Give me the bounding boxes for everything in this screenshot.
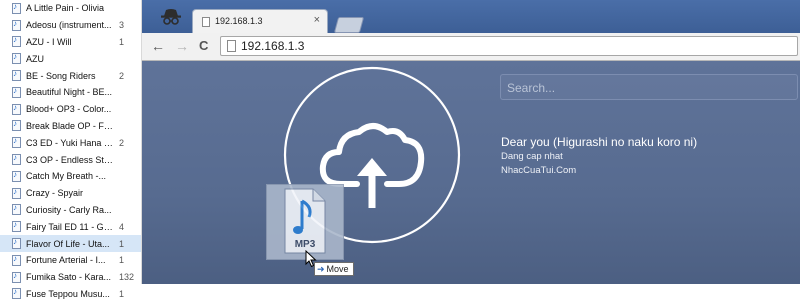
file-count: 2	[119, 137, 125, 148]
file-count: 1	[119, 36, 125, 47]
file-row[interactable]: Flavor Of Life - Uta... 1	[0, 235, 141, 252]
file-row[interactable]: Break Blade OP - Fa...	[0, 118, 141, 135]
back-button[interactable]: ←	[151, 38, 165, 54]
page-icon	[227, 40, 236, 52]
audio-file-icon	[12, 237, 21, 250]
toolbar: ← → C 192.168.1.3	[142, 33, 800, 61]
file-row[interactable]: AZU - I Will 1	[0, 34, 141, 51]
address-bar[interactable]: 192.168.1.3	[220, 36, 798, 56]
audio-file-icon	[12, 203, 21, 216]
file-name: A Little Pain - Olivia	[26, 3, 105, 14]
file-name: Catch My Breath -...	[26, 171, 107, 182]
file-row[interactable]: Blood+ OP3 - Color...	[0, 101, 141, 118]
file-count: 1	[119, 255, 125, 266]
file-name: Blood+ OP3 - Color...	[26, 104, 112, 115]
reload-button[interactable]: C	[199, 38, 208, 54]
browser-window: 192.168.1.3 × ← → C 192.168.1.3 Search..…	[142, 0, 800, 284]
audio-file-icon	[12, 19, 21, 31]
file-row[interactable]: Fumika Sato - Kara... 132	[0, 269, 141, 286]
file-row[interactable]: AZU	[0, 50, 141, 67]
song-subtitle-1: Dang cap nhat	[501, 151, 563, 162]
file-name: C3 OP - Endless Sto...	[26, 154, 114, 165]
audio-file-icon	[12, 103, 21, 115]
file-row[interactable]: Fuse Teppou Musu... 1	[0, 286, 141, 302]
file-row[interactable]: Fortune Arterial - I... 1	[0, 252, 141, 269]
file-name: Beautiful Night - BE...	[26, 87, 113, 98]
file-count: 132	[119, 272, 135, 283]
page-content: Search... Dear you (Higurashi no naku ko…	[142, 61, 800, 284]
mp3-file-icon: MP3	[284, 188, 326, 254]
file-count: 1	[119, 238, 125, 249]
file-name: Curiosity - Carly Ra...	[26, 204, 112, 215]
file-row[interactable]: C3 ED - Yuki Hana -... 2	[0, 134, 141, 151]
dragged-file-ghost: MP3	[266, 184, 344, 260]
file-row[interactable]: C3 OP - Endless Sto...	[0, 151, 141, 168]
tab-title: 192.168.1.3	[215, 16, 263, 26]
page-favicon-icon	[202, 17, 210, 27]
song-subtitle-2: NhacCuaTui.Com	[501, 165, 577, 176]
file-name: AZU - I Will	[26, 36, 72, 47]
file-count: 4	[119, 221, 125, 232]
title-bar: 192.168.1.3 ×	[142, 0, 800, 34]
audio-file-icon	[12, 86, 21, 98]
audio-file-icon	[12, 170, 21, 182]
audio-file-icon	[12, 119, 21, 132]
incognito-icon	[161, 9, 181, 25]
file-row[interactable]: Adeosu (instrument... 3	[0, 17, 141, 34]
file-list: A Little Pain - Olivia Adeosu (instrument…	[0, 0, 142, 300]
file-name: AZU	[26, 53, 44, 64]
move-tooltip-label: Move	[326, 264, 349, 274]
audio-file-icon	[12, 35, 21, 48]
audio-file-icon	[12, 271, 21, 283]
file-count: 3	[119, 20, 125, 31]
address-text: 192.168.1.3	[241, 39, 305, 53]
file-row[interactable]: Fairy Tail ED 11 - Gli... 4	[0, 218, 141, 235]
file-name: C3 ED - Yuki Hana -...	[26, 137, 114, 148]
file-name: Break Blade OP - Fa...	[26, 120, 114, 131]
search-input[interactable]: Search...	[500, 74, 798, 100]
file-name: Fuse Teppou Musu...	[26, 288, 110, 299]
file-count: 1	[119, 288, 125, 299]
file-name: Flavor Of Life - Uta...	[26, 238, 110, 249]
audio-file-icon	[12, 187, 21, 199]
tab-close-icon[interactable]: ×	[314, 14, 320, 26]
audio-file-icon	[12, 287, 21, 300]
file-row[interactable]: Beautiful Night - BE...	[0, 84, 141, 101]
file-count: 2	[119, 70, 125, 81]
audio-file-icon	[12, 69, 21, 82]
new-tab-button[interactable]	[333, 17, 365, 33]
forward-button[interactable]: →	[175, 38, 189, 54]
file-row[interactable]: Crazy - Spyair	[0, 185, 141, 202]
file-row[interactable]: Curiosity - Carly Ra...	[0, 202, 141, 219]
file-name: Fumika Sato - Kara...	[26, 272, 112, 283]
audio-file-icon	[12, 136, 21, 149]
file-row[interactable]: BE - Song Riders 2	[0, 67, 141, 84]
file-name: Adeosu (instrument...	[26, 20, 112, 31]
file-row[interactable]: A Little Pain - Olivia	[0, 0, 141, 17]
file-row[interactable]: Catch My Breath -...	[0, 168, 141, 185]
tab-active[interactable]: 192.168.1.3 ×	[192, 9, 328, 34]
file-name: Crazy - Spyair	[26, 188, 84, 199]
audio-file-icon	[12, 52, 21, 65]
move-arrow-icon: ➜	[317, 264, 325, 274]
file-name: Fairy Tail ED 11 - Gli...	[26, 221, 114, 232]
file-name: Fortune Arterial - I...	[26, 255, 106, 266]
file-name: BE - Song Riders	[26, 70, 96, 81]
song-title: Dear you (Higurashi no naku koro ni)	[501, 135, 698, 149]
search-placeholder: Search...	[507, 81, 556, 95]
move-tooltip: ➜ Move	[314, 262, 354, 276]
audio-file-icon	[12, 254, 21, 266]
audio-file-icon	[12, 153, 21, 166]
mp3-label: MP3	[295, 239, 316, 250]
audio-file-icon	[12, 2, 21, 14]
audio-file-icon	[12, 220, 21, 233]
